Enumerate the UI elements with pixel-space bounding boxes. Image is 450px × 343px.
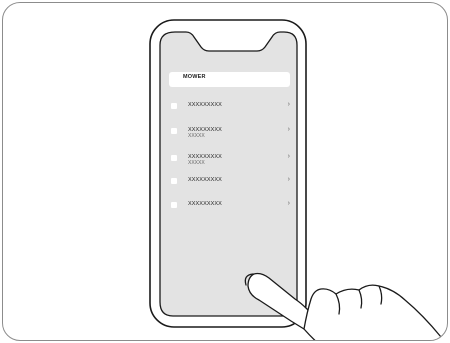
phone-illustration: [149, 19, 446, 340]
list-item-sublabel: XXXXX: [188, 160, 205, 166]
list-item[interactable]: XXXXXXXXX ›: [171, 176, 294, 191]
chevron-right-icon: ›: [287, 200, 290, 207]
list-item[interactable]: XXXXXXXXX ›: [171, 101, 294, 116]
checkbox-icon[interactable]: [171, 128, 177, 134]
hand-pointing-icon: [244, 272, 446, 340]
list-item[interactable]: XXXXXXXXX XXXXX ›: [171, 126, 294, 141]
list-item-label: XXXXXXXXX: [188, 201, 222, 207]
section-header: MOWER: [169, 72, 290, 87]
checkbox-icon[interactable]: [171, 202, 177, 208]
checkbox-icon[interactable]: [171, 178, 177, 184]
list-item-sublabel: XXXXX: [188, 133, 205, 139]
chevron-right-icon: ›: [287, 176, 290, 183]
chevron-right-icon: ›: [287, 153, 290, 160]
illustration-frame: MOWER XXXXXXXXX › XXXXXXXXX XXXXX › XXXX…: [2, 2, 448, 341]
list-item[interactable]: XXXXXXXXX XXXXX ›: [171, 153, 294, 168]
checkbox-icon[interactable]: [171, 103, 177, 109]
list-item-label: XXXXXXXXX: [188, 177, 222, 183]
section-title: MOWER: [183, 74, 206, 80]
chevron-right-icon: ›: [287, 126, 290, 133]
checkbox-icon[interactable]: [171, 155, 177, 161]
chevron-right-icon: ›: [287, 101, 290, 108]
list-item-label: XXXXXXXXX: [188, 102, 222, 108]
list-item[interactable]: XXXXXXXXX ›: [171, 200, 294, 215]
